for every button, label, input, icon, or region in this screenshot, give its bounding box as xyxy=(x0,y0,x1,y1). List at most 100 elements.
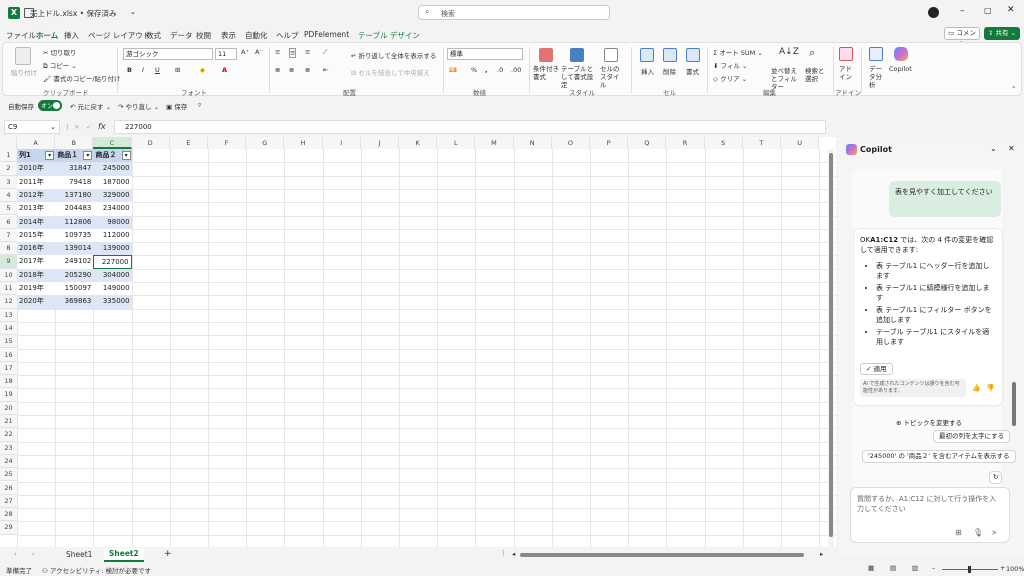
font-color-icon[interactable]: A xyxy=(222,66,227,74)
table-cell[interactable]: 2020年 xyxy=(17,295,56,309)
merge-center-button[interactable]: ⊟ セルを結合して中央揃え xyxy=(351,67,430,77)
copilot-ribbon-label[interactable]: Copilot xyxy=(889,65,912,73)
table-header-cell[interactable]: 商品１ ▾ xyxy=(55,149,94,163)
table-cell[interactable]: 149000 xyxy=(93,282,132,296)
change-topic-button[interactable]: ⊕ トピックを変更する xyxy=(896,417,962,427)
tab-data[interactable]: データ xyxy=(170,30,193,41)
column-header[interactable]: Q xyxy=(628,137,667,149)
title-dropdown-icon[interactable]: ⌄ xyxy=(130,8,136,16)
table-cell[interactable]: 2016年 xyxy=(17,242,56,256)
copilot-collapse-icon[interactable]: ⌄ xyxy=(990,144,997,153)
delete-cell-icon[interactable] xyxy=(663,48,677,62)
number-format-select[interactable]: 標準 xyxy=(447,48,523,60)
table-cell[interactable]: 2019年 xyxy=(17,282,56,296)
table-cell[interactable]: 249102 xyxy=(55,255,94,269)
column-header[interactable]: A xyxy=(17,137,56,149)
accessibility-status[interactable]: ⚇ アクセシビリティ: 検討が必要です xyxy=(42,565,151,575)
row-header[interactable]: 27 xyxy=(0,494,17,509)
row-header[interactable]: 20 xyxy=(0,401,17,415)
table-cell[interactable]: 329000 xyxy=(93,188,132,203)
column-header[interactable]: B xyxy=(55,137,94,149)
table-header-cell[interactable]: 列1 ▾ xyxy=(17,149,56,163)
tab-table-design[interactable]: テーブル デザイン xyxy=(358,30,420,41)
column-header[interactable]: I xyxy=(322,137,361,149)
save-button[interactable]: ▣ 保存 xyxy=(166,101,187,111)
row-header[interactable]: 4 xyxy=(0,188,17,203)
find-select-label[interactable]: 検索と選択 xyxy=(805,67,827,83)
zoom-in-icon[interactable]: + xyxy=(1000,564,1005,572)
sheet-tab-2[interactable]: Sheet2 xyxy=(104,548,144,562)
italic-icon[interactable]: I xyxy=(142,66,144,74)
conditional-format-label[interactable]: 条件付き書式 xyxy=(533,65,559,81)
find-select-icon[interactable]: ⌕ xyxy=(809,46,815,60)
format-painter-button[interactable]: 🖌 書式のコピー/貼り付け xyxy=(43,73,121,83)
row-header[interactable]: 19 xyxy=(0,388,17,402)
mic-icon[interactable]: 🎙 xyxy=(973,528,983,538)
close-window-icon[interactable]: ✕ xyxy=(1007,5,1015,15)
table-cell[interactable]: 205290 xyxy=(55,268,94,282)
ribbon-collapse-icon[interactable]: ⌃ xyxy=(1011,85,1016,93)
addin-label[interactable]: アドイン xyxy=(839,65,853,81)
thumbs-down-icon[interactable]: 👎 xyxy=(986,383,995,393)
row-header[interactable]: 13 xyxy=(0,308,17,322)
table-cell[interactable]: 139014 xyxy=(55,242,94,256)
copilot-close-icon[interactable]: ✕ xyxy=(1008,144,1015,153)
fill-color-icon[interactable]: ◆ xyxy=(200,66,205,74)
decimal-decrease-icon[interactable]: .00 xyxy=(511,66,521,74)
font-grow-icon[interactable]: A⁺ xyxy=(241,48,249,56)
table-cell[interactable]: 2013年 xyxy=(17,202,56,216)
font-size-select[interactable]: 11 xyxy=(215,48,237,60)
table-cell[interactable]: 2014年 xyxy=(17,215,56,229)
analyze-data-icon[interactable] xyxy=(869,47,883,61)
table-cell[interactable]: 204483 xyxy=(55,202,94,216)
cell-style-icon[interactable] xyxy=(604,48,618,62)
table-cell[interactable]: 109735 xyxy=(55,228,94,243)
row-header[interactable]: 25 xyxy=(0,468,17,482)
table-cell[interactable]: 187000 xyxy=(93,175,132,189)
conditional-format-icon[interactable] xyxy=(539,48,553,62)
row-header[interactable]: 22 xyxy=(0,428,17,442)
orientation-icon[interactable]: ⟋ xyxy=(323,48,328,57)
sheet-tab-1[interactable]: Sheet1 xyxy=(66,550,92,559)
page-break-view-icon[interactable]: ▥ xyxy=(912,564,918,572)
zoom-thumb[interactable] xyxy=(968,566,971,573)
fx-icon[interactable]: fx xyxy=(98,122,106,131)
fill-button[interactable]: ⬇ フィル ⌄ xyxy=(713,60,747,70)
table-cell[interactable]: 98000 xyxy=(93,215,132,229)
percent-icon[interactable]: % xyxy=(471,66,477,74)
table-cell[interactable]: 304000 xyxy=(93,268,132,282)
column-header[interactable]: G xyxy=(246,137,285,149)
table-cell[interactable]: 245000 xyxy=(93,162,132,176)
row-header[interactable]: 14 xyxy=(0,321,17,336)
tab-pdfelement[interactable]: PDFelement xyxy=(304,30,349,39)
row-header[interactable]: 10 xyxy=(0,268,17,282)
tab-view[interactable]: 表示 xyxy=(221,30,236,41)
row-header[interactable]: 24 xyxy=(0,454,17,469)
column-header[interactable]: D xyxy=(131,137,170,149)
table-cell[interactable]: 2018年 xyxy=(17,268,56,282)
refresh-suggestions-button[interactable]: ↻ xyxy=(989,471,1003,484)
column-header[interactable]: F xyxy=(208,137,247,149)
row-header[interactable]: 28 xyxy=(0,508,17,522)
apply-button[interactable]: ✓ 適用 xyxy=(860,363,893,375)
row-header[interactable]: 23 xyxy=(0,441,17,455)
column-header[interactable]: O xyxy=(551,137,590,149)
table-cell[interactable]: 2017年 xyxy=(17,255,56,269)
tab-review[interactable]: 校閲 xyxy=(196,30,211,41)
bold-icon[interactable]: B xyxy=(127,66,132,74)
autosave-toggle[interactable]: オン xyxy=(38,100,62,111)
attach-icon[interactable]: ⊞ xyxy=(955,528,962,538)
zoom-slider[interactable] xyxy=(942,566,998,573)
row-header[interactable]: 1 xyxy=(0,149,17,163)
sheet-prev-icon[interactable]: ‹ xyxy=(14,550,17,558)
cancel-icon[interactable]: ✕ xyxy=(74,123,79,131)
column-header[interactable]: R xyxy=(666,137,705,149)
row-header[interactable]: 15 xyxy=(0,335,17,349)
cut-button[interactable]: ✂ 切り取り xyxy=(43,47,77,57)
row-header[interactable]: 11 xyxy=(0,282,17,296)
table-cell[interactable]: 112000 xyxy=(93,228,132,243)
autosum-button[interactable]: Σ オート SUM ⌄ xyxy=(713,47,763,57)
table-cell[interactable]: 369863 xyxy=(55,295,94,309)
vertical-scrollbar[interactable] xyxy=(828,149,834,547)
column-header[interactable]: L xyxy=(437,137,476,149)
